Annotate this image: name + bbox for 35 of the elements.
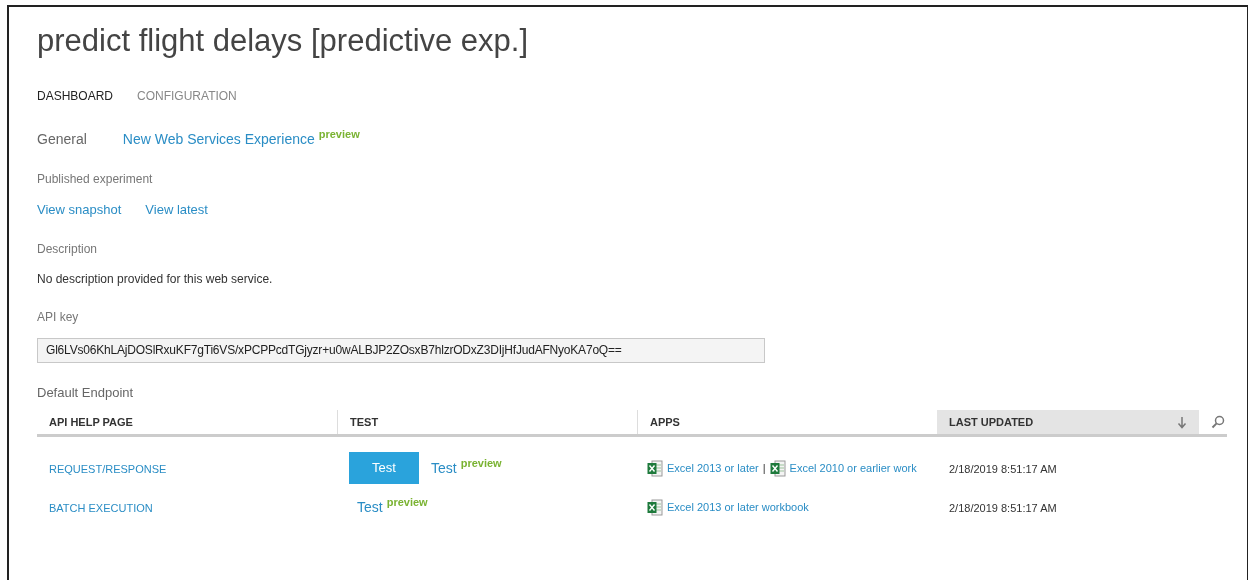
new-experience-link[interactable]: New Web Services Experience <box>122 129 315 150</box>
preview-label: preview <box>460 457 502 469</box>
preview-label: preview <box>386 496 428 508</box>
last-updated-text: 2/18/2019 8:51:17 AM <box>949 463 1057 475</box>
sort-down-arrow-icon[interactable] <box>1177 415 1187 429</box>
tab[interactable]: CONFIGURATION <box>137 87 237 105</box>
tab[interactable]: DASHBOARD <box>37 87 113 105</box>
section-label: General <box>37 130 87 149</box>
spreadsheet-icon <box>769 459 786 477</box>
column-header[interactable]: LAST UPDATED <box>937 410 1199 434</box>
spreadsheet-icon <box>647 459 663 477</box>
test-link[interactable]: Test <box>431 457 457 479</box>
api-key-field[interactable]: Gl6LVs06KhLAjDOSlRxuKF7gTi6VS/xPCPPcdTGjyzr+u0wALBJP2ZOsxB7hlzrODxZ3DIjHfJudAFNyoKA7oQ== <box>37 337 765 363</box>
section-label: Default Endpoint <box>37 383 135 402</box>
preview-label: preview <box>318 129 360 140</box>
spreadsheet-icon <box>647 498 663 516</box>
excel-link[interactable]: Excel 2010 or earlier work <box>789 459 917 477</box>
field-label: API key <box>37 308 80 326</box>
view-link[interactable]: View latest <box>145 200 208 220</box>
column-header[interactable]: API HELP PAGE <box>37 410 337 434</box>
page-title: predict flight delays [predictive exp.] <box>37 23 530 59</box>
description-text: No description provided for this web service. <box>37 270 274 288</box>
field-label: Description <box>37 240 99 258</box>
api-help-link[interactable]: REQUEST/RESPONSE <box>49 463 167 475</box>
search-icon[interactable] <box>1211 415 1225 429</box>
column-header[interactable]: TEST <box>337 410 637 434</box>
excel-link[interactable]: Excel 2013 or later <box>667 459 759 477</box>
last-updated-text: 2/18/2019 8:51:17 AM <box>949 502 1057 514</box>
test-button[interactable]: Test <box>349 452 419 484</box>
excel-link[interactable]: Excel 2013 or later workbook <box>667 498 809 516</box>
separator: | <box>762 460 766 476</box>
view-link[interactable]: View snapshot <box>37 200 122 220</box>
api-help-link[interactable]: BATCH EXECUTION <box>49 502 153 514</box>
test-link[interactable]: Test <box>357 496 383 518</box>
field-label: Published experiment <box>37 171 154 188</box>
